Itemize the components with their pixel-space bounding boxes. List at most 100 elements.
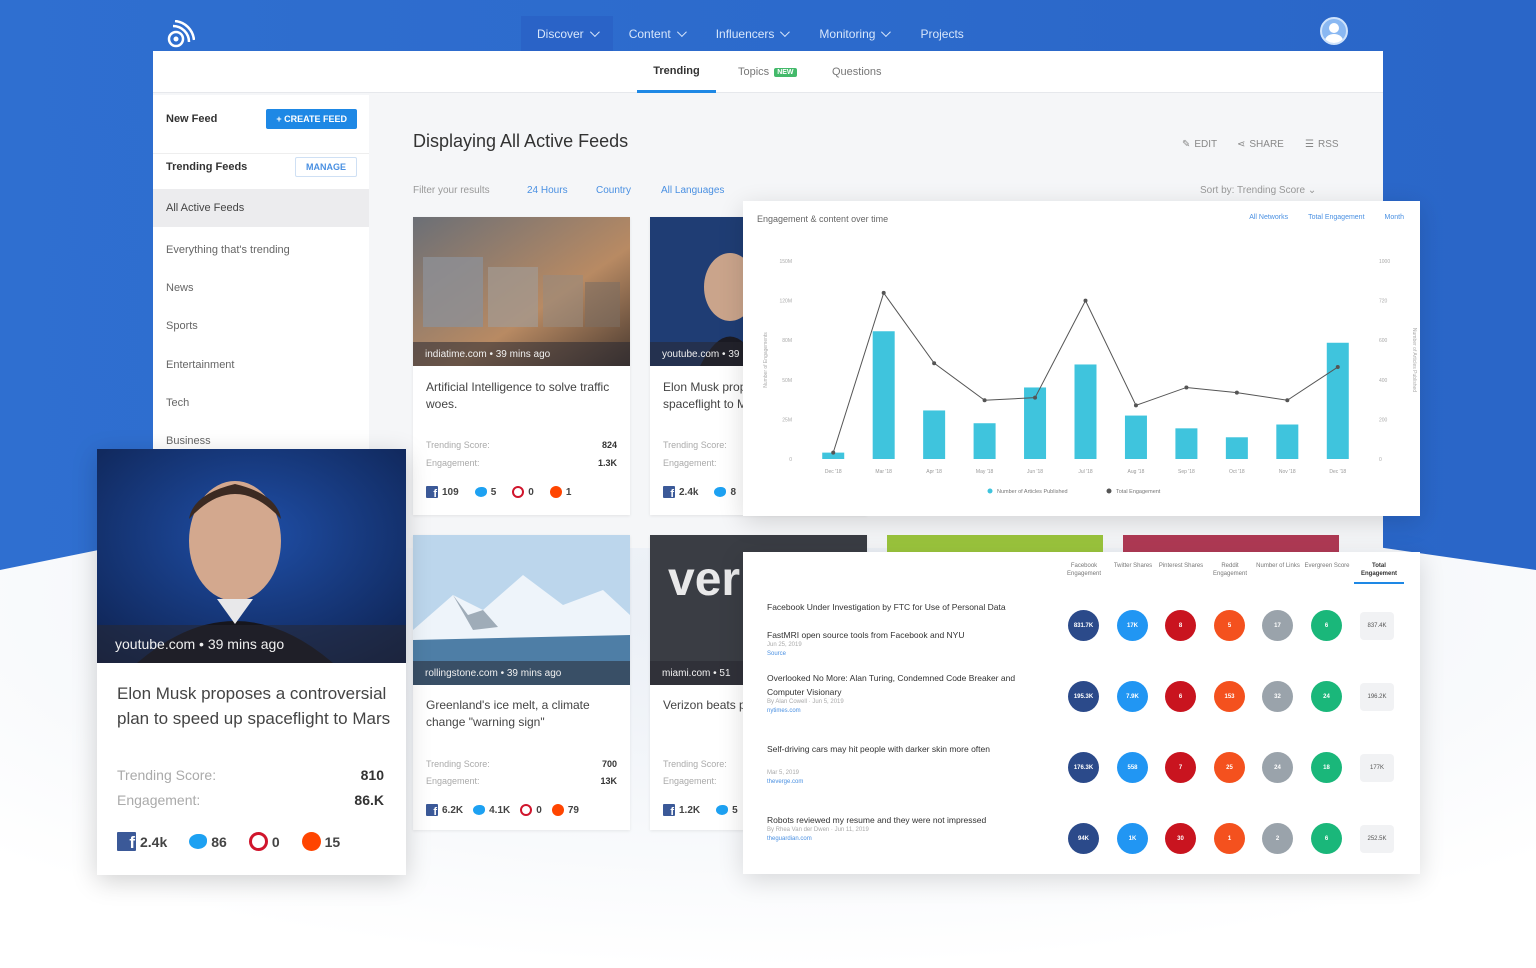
y-tick-label-right: 1000	[1379, 259, 1390, 265]
nav-content[interactable]: Content	[613, 16, 700, 51]
sort-dropdown[interactable]: Sort by: Trending Score ⌄	[1200, 185, 1316, 196]
x-tick-label: Apr '18	[926, 469, 942, 475]
tab-topics[interactable]: Topics NEW	[738, 51, 797, 93]
chart-bar	[1326, 342, 1349, 459]
x-tick-label: Oct '18	[1229, 469, 1245, 475]
pinterest-icon	[520, 804, 533, 816]
card-title[interactable]: Greenland's ice melt, a climate change "…	[426, 697, 617, 731]
x-tick-label: Nov '18	[1279, 469, 1296, 475]
row-link[interactable]: Source	[767, 651, 786, 657]
column-header[interactable]: Evergreen Score	[1302, 562, 1352, 570]
twitter-icon	[189, 834, 208, 849]
column-header[interactable]: Reddit Engagement	[1205, 562, 1255, 578]
column-header[interactable]: Facebook Engagement	[1059, 562, 1109, 578]
metric-circle: 176.3K	[1068, 752, 1099, 783]
chevron-down-icon	[780, 27, 791, 38]
sidebar-item-sports[interactable]: Sports	[153, 307, 369, 345]
chart-bar	[1124, 415, 1147, 459]
y-tick-label-left: 150M	[779, 259, 792, 265]
share-button[interactable]: ⋖ SHARE	[1237, 139, 1284, 150]
filter-time[interactable]: 24 Hours	[527, 185, 568, 196]
social-counts: 6.2K 4.1K 0 79	[426, 804, 579, 818]
metric-circle: 25	[1214, 752, 1245, 783]
metric-circle: 2	[1262, 823, 1293, 854]
card-title[interactable]: Elon Musk proposes a controversial plan …	[117, 681, 393, 731]
engagement-point	[1285, 398, 1290, 403]
metric-circle: 7	[1165, 752, 1196, 783]
column-header[interactable]: Number of Links	[1253, 562, 1303, 570]
row-title[interactable]: Facebook Under Investigation by FTC for …	[767, 600, 1042, 614]
card-title[interactable]: Artificial Intelligence to solve traffic…	[426, 379, 617, 413]
social-counts: 1.2K 5	[663, 804, 738, 818]
sidebar-item-news[interactable]: News	[153, 269, 369, 307]
sidebar-item-tech[interactable]: Tech	[153, 384, 369, 422]
article-card[interactable]: indiatime.com • 39 mins ago Artificial I…	[413, 217, 630, 515]
nav-influencers[interactable]: Influencers	[700, 16, 804, 51]
sidebar-item-everything[interactable]: Everything that's trending	[153, 231, 369, 269]
create-feed-button[interactable]: + CREATE FEED	[266, 109, 357, 129]
row-title[interactable]: Robots reviewed my resume and they were …	[767, 813, 1042, 827]
sidebar-item-entertainment[interactable]: Entertainment	[153, 346, 369, 384]
nav-monitoring[interactable]: Monitoring	[803, 16, 904, 51]
tab-trending[interactable]: Trending	[637, 51, 716, 93]
facebook-icon	[663, 804, 675, 818]
facebook-icon	[117, 832, 136, 853]
chart-bar	[872, 331, 895, 459]
chevron-down-icon	[881, 27, 892, 38]
engagement-point	[1133, 403, 1138, 408]
row-link[interactable]: theverge.com	[767, 779, 803, 785]
metric-circle: 831.7K	[1068, 610, 1099, 641]
row-meta: By Alan Cowell · Jun 5, 2019	[767, 699, 844, 705]
featured-article-card[interactable]: youtube.com • 39 mins ago Elon Musk prop…	[97, 449, 406, 875]
tab-questions[interactable]: Questions	[832, 51, 882, 93]
pencil-icon: ✎	[1182, 139, 1191, 150]
x-tick-label: Mar '18	[875, 469, 892, 475]
y-tick-label-left: 120M	[779, 299, 792, 305]
reddit-icon	[551, 804, 564, 816]
manage-button[interactable]: MANAGE	[295, 156, 357, 177]
metric-circle: 1	[1214, 823, 1245, 854]
legend-label-engagement: Total Engagement	[1116, 489, 1161, 495]
card-source: youtube.com • 39 mins ago	[97, 625, 406, 663]
social-counts: 2.4k 86 0 15	[117, 832, 340, 853]
engagement-row: Engagement: 1.3K	[426, 458, 617, 468]
facebook-icon	[663, 486, 675, 500]
engagement-point	[881, 290, 886, 295]
column-header[interactable]: Total Engagement	[1354, 562, 1404, 584]
column-header[interactable]: Twitter Shares	[1108, 562, 1158, 570]
row-title[interactable]: Overlooked No More: Alan Turing, Condemn…	[767, 671, 1042, 699]
row-link[interactable]: nytimes.com	[767, 708, 801, 714]
card-image-text: ver	[668, 553, 740, 606]
legend-swatch-articles	[987, 488, 993, 494]
edit-button[interactable]: ✎ EDIT	[1182, 139, 1217, 150]
chart-bar	[1074, 364, 1097, 459]
nav-discover[interactable]: Discover	[521, 16, 613, 51]
twitter-icon	[716, 805, 729, 815]
y-tick-label-left: 25M	[782, 417, 792, 423]
user-avatar[interactable]	[1320, 17, 1348, 45]
logo-icon[interactable]	[165, 20, 195, 50]
metric-circle: 6	[1311, 610, 1342, 641]
nav-projects[interactable]: Projects	[904, 16, 979, 51]
metric-circle: 24	[1262, 752, 1293, 783]
filter-country[interactable]: Country	[596, 185, 631, 196]
sidebar-item-all-active-feeds[interactable]: All Active Feeds	[153, 189, 369, 227]
row-link[interactable]: theguardian.com	[767, 836, 812, 842]
y-tick-label-left: 50M	[782, 378, 792, 384]
article-card[interactable]: rollingstone.com • 39 mins ago Greenland…	[413, 535, 630, 830]
column-header[interactable]: Pinterest Shares	[1156, 562, 1206, 570]
engagement-point	[831, 450, 836, 455]
engagement-row: Engagement: 86.K	[117, 792, 384, 808]
engagement-point	[1335, 365, 1340, 370]
row-subtitle[interactable]: FastMRI open source tools from Facebook …	[767, 628, 1042, 642]
social-counts: 2.4k 8	[663, 486, 736, 500]
metric-circle: 30	[1165, 823, 1196, 854]
metric-circle: 6	[1311, 823, 1342, 854]
rss-button[interactable]: ☰ RSS	[1305, 139, 1339, 150]
card-source: indiatime.com • 39 mins ago	[413, 342, 630, 366]
twitter-icon	[474, 487, 487, 497]
row-title[interactable]: Self-driving cars may hit people with da…	[767, 742, 1042, 756]
metric-circle: 8	[1165, 610, 1196, 641]
y-tick-label-left: 80M	[782, 338, 792, 344]
filter-language[interactable]: All Languages	[661, 185, 724, 196]
